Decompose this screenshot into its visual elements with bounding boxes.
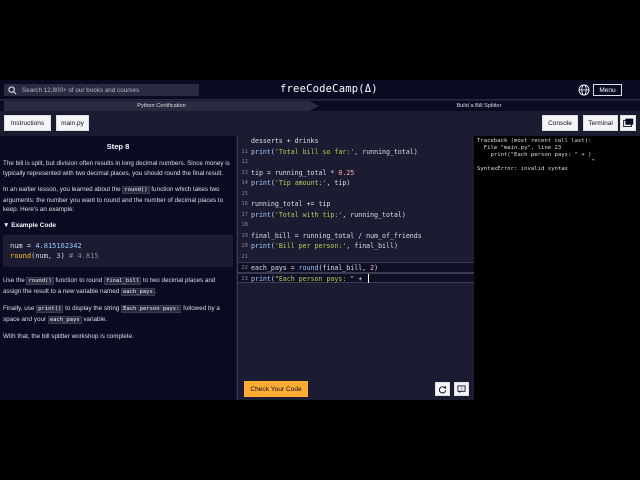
instruction-paragraph-1: The bill is split, but division often re… — [3, 160, 230, 177]
instruction-paragraph-5: With that, the bill splitter workshop is… — [3, 333, 134, 341]
check-your-code-button[interactable]: Check Your Code — [244, 381, 308, 397]
search-bar[interactable]: Search 12,800+ of our books and courses — [4, 84, 199, 96]
tab-instructions[interactable]: Instructions — [4, 115, 51, 131]
code-line[interactable]: 12 — [238, 157, 474, 168]
tab-console[interactable]: Console — [542, 115, 578, 131]
code-line[interactable]: 21 — [238, 252, 474, 263]
console-output: Traceback (most recent call last): File … — [474, 136, 640, 400]
breadcrumb-item-project[interactable]: Build a Bill Splitter — [322, 101, 636, 111]
code-line-editable[interactable]: 22 each_pays = round(final_bill, 2) — [238, 262, 474, 273]
search-icon — [8, 85, 17, 94]
instruction-paragraph-4: Finally, use print() to display the stri… — [3, 305, 220, 324]
globe-icon[interactable] — [578, 84, 590, 96]
console-text: Traceback (most recent call last): File … — [477, 138, 595, 172]
example-code-block: num = 4.815162342 round(num, 3) # 4.815 — [3, 234, 233, 267]
tab-terminal[interactable]: Terminal — [583, 115, 618, 131]
reset-button[interactable] — [435, 382, 450, 396]
code-line[interactable]: 15 — [238, 189, 474, 200]
breadcrumb: Python Certification Build a Bill Splitt… — [0, 101, 640, 111]
code-editor[interactable]: desserts + drinks 11 print('Total bill so… — [237, 136, 474, 400]
instruction-paragraph-2: In an earlier lesson, you learned about … — [3, 186, 224, 214]
instruction-paragraph-3: Use the round() function to round final_… — [3, 276, 216, 296]
text-cursor — [368, 274, 370, 283]
code-line[interactable]: 19 final_bill = running_total / num_of_fr… — [238, 231, 474, 242]
panel-layout-button[interactable] — [620, 115, 636, 131]
code-line[interactable]: 18 — [238, 220, 474, 231]
app-window: Search 12,800+ of our books and courses … — [0, 80, 640, 400]
tab-main-py[interactable]: main.py — [56, 115, 89, 131]
help-button[interactable]: ? — [454, 382, 469, 396]
top-navbar: Search 12,800+ of our books and courses … — [0, 80, 640, 100]
code-line[interactable]: 20 print('Bill per person:', final_bill) — [238, 241, 474, 252]
breadcrumb-item-certification[interactable]: Python Certification — [4, 101, 319, 111]
code-line[interactable]: desserts + drinks — [238, 136, 474, 147]
code-lines[interactable]: desserts + drinks 11 print('Total bill so… — [238, 136, 474, 283]
example-code-toggle[interactable]: ▼ Example Code — [3, 222, 233, 229]
svg-text:?: ? — [460, 386, 463, 391]
inline-code: round() — [122, 186, 150, 195]
code-line-editable[interactable]: 23 print("Each person pays: " + — [238, 272, 474, 283]
help-chat-icon: ? — [457, 384, 466, 393]
reset-icon — [438, 385, 447, 393]
search-placeholder: Search 12,800+ of our books and courses — [22, 86, 140, 94]
code-line[interactable]: 17 print('Total with tip:', running_total… — [238, 210, 474, 221]
code-line[interactable]: 13 tip = running_total * 0.25 — [238, 168, 474, 179]
code-line[interactable]: 16 running_total += tip — [238, 199, 474, 210]
freecodecamp-logo[interactable]: freeCodeCamp(Δ) — [280, 83, 378, 95]
menu-button[interactable]: Menu — [593, 84, 622, 96]
step-title: Step 8 — [106, 142, 130, 151]
code-line[interactable]: 11 print('Total bill so far:', running_to… — [238, 147, 474, 158]
panel-layout-icon — [623, 118, 634, 127]
instructions-panel: Step 8 The bill is split, but division o… — [0, 136, 236, 400]
code-line[interactable]: 14 print('Tip amount:', tip) — [238, 178, 474, 189]
